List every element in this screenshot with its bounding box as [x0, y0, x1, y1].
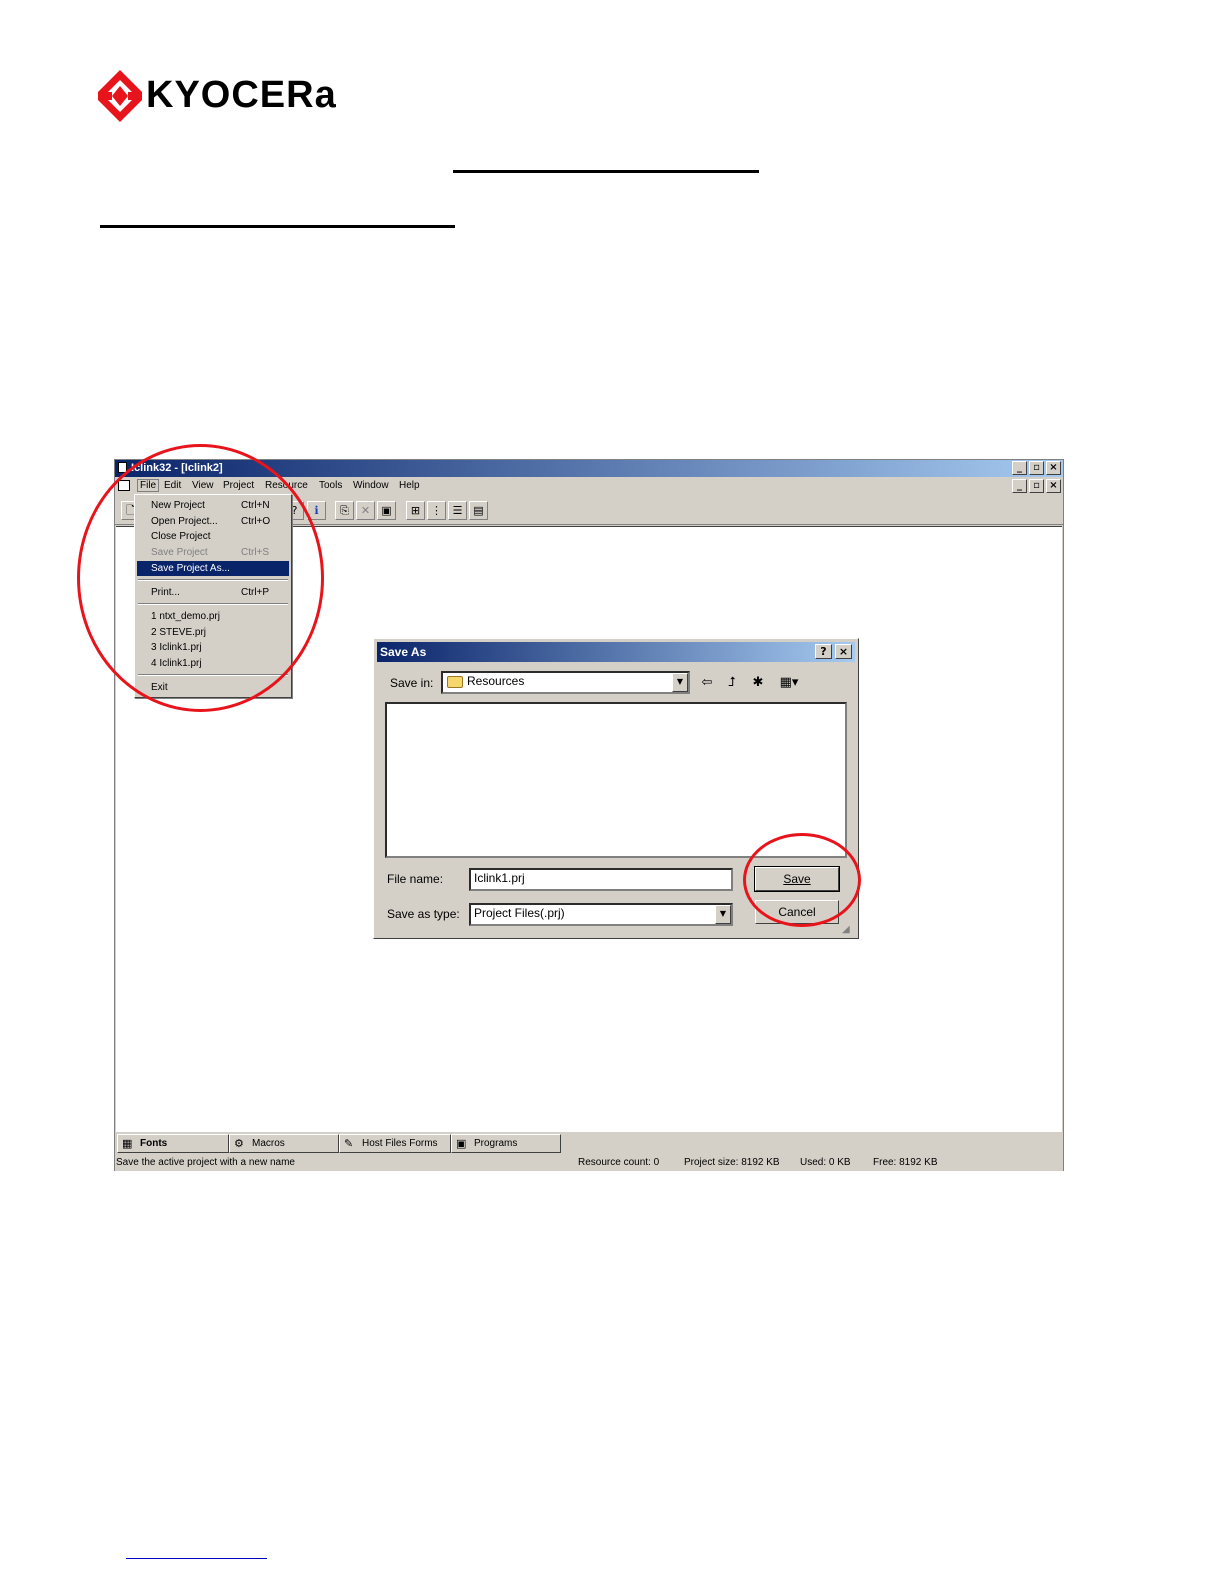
save-in-label: Save in:	[390, 676, 434, 690]
file-name-input[interactable]: Iclink1.prj	[469, 868, 733, 891]
subheading-underline	[100, 225, 455, 228]
tab-fonts-label: Fonts	[140, 1138, 168, 1149]
menu-help[interactable]: Help	[399, 480, 420, 491]
status-project-size: Project size: 8192 KB	[684, 1157, 780, 1168]
back-arrow-icon[interactable]: ⇦	[696, 673, 718, 693]
tab-host-files-forms-label: Host Files Forms	[362, 1138, 438, 1149]
tab-fonts[interactable]: ▦ Fonts	[117, 1134, 229, 1153]
list-view-icon[interactable]: ☰	[448, 501, 467, 520]
heading-underline	[453, 170, 759, 173]
folder-icon	[447, 676, 463, 688]
footer-link-underline	[126, 1558, 267, 1559]
details-view-icon[interactable]: ▤	[469, 501, 488, 520]
logo-wordmark: KYOCERa	[146, 74, 337, 116]
child-restore-button[interactable]: ▫	[1029, 479, 1044, 493]
menu-window[interactable]: Window	[353, 480, 389, 491]
large-icons-view-icon[interactable]: ⊞	[406, 501, 425, 520]
dialog-title-bar: Save As ? ×	[377, 642, 855, 662]
close-button[interactable]: ×	[1046, 461, 1061, 475]
chevron-down-icon[interactable]: ▼	[715, 905, 731, 924]
save-as-type-dropdown[interactable]: Project Files(.prj) ▼	[469, 903, 733, 926]
delete-icon[interactable]: ✕	[356, 501, 375, 520]
save-as-type-label: Save as type:	[387, 907, 460, 921]
annotation-circle-save-button	[743, 833, 861, 927]
properties-icon[interactable]: ▣	[377, 501, 396, 520]
kyocera-mark-icon	[98, 70, 142, 122]
tab-host-files-forms[interactable]: ✎ Host Files Forms	[339, 1134, 451, 1153]
status-used: Used: 0 KB	[800, 1157, 851, 1168]
resize-grip-icon[interactable]: ◢	[842, 924, 850, 935]
annotation-circle-file-menu	[77, 444, 324, 712]
save-as-type-value: Project Files(.prj)	[474, 906, 565, 920]
tab-macros[interactable]: ⚙ Macros	[229, 1134, 339, 1153]
file-list-pane[interactable]	[385, 702, 847, 858]
programs-icon: ▣	[456, 1137, 467, 1150]
macros-icon: ⚙	[234, 1137, 244, 1150]
new-folder-icon[interactable]: ✱	[747, 673, 769, 693]
tab-programs-label: Programs	[474, 1138, 518, 1149]
status-resource-count: Resource count: 0	[578, 1157, 660, 1168]
restore-button[interactable]: ▫	[1029, 461, 1044, 475]
tab-programs[interactable]: ▣ Programs	[451, 1134, 561, 1153]
save-in-dropdown[interactable]: Resources ▼	[441, 671, 690, 694]
view-menu-icon[interactable]: ▦▾	[774, 673, 804, 693]
dialog-title: Save As	[380, 645, 427, 659]
download-icon[interactable]: ⎘	[335, 501, 354, 520]
child-minimize-button[interactable]: _	[1012, 479, 1027, 493]
up-folder-icon[interactable]: ⮥	[721, 673, 743, 693]
forms-icon: ✎	[344, 1137, 354, 1150]
child-close-button[interactable]: ×	[1046, 479, 1061, 493]
minimize-button[interactable]: _	[1012, 461, 1027, 475]
dialog-close-button[interactable]: ×	[835, 644, 852, 659]
resource-tabs: ▦ Fonts ⚙ Macros ✎ Host Files Forms ▣ Pr…	[115, 1132, 1063, 1154]
small-icons-view-icon[interactable]: ⋮	[427, 501, 446, 520]
kyocera-logo: KYOCERa	[98, 70, 336, 122]
status-free: Free: 8192 KB	[873, 1157, 938, 1168]
status-bar: Save the active project with a new name …	[115, 1154, 1063, 1171]
file-name-label: File name:	[387, 872, 444, 886]
status-message: Save the active project with a new name	[116, 1157, 295, 1168]
chevron-down-icon[interactable]: ▼	[672, 673, 688, 692]
help-button[interactable]: ?	[815, 644, 832, 659]
menu-tools[interactable]: Tools	[319, 480, 342, 491]
save-in-value: Resources	[467, 674, 525, 688]
fonts-icon: ▦	[122, 1137, 133, 1150]
tab-macros-label: Macros	[252, 1138, 285, 1149]
